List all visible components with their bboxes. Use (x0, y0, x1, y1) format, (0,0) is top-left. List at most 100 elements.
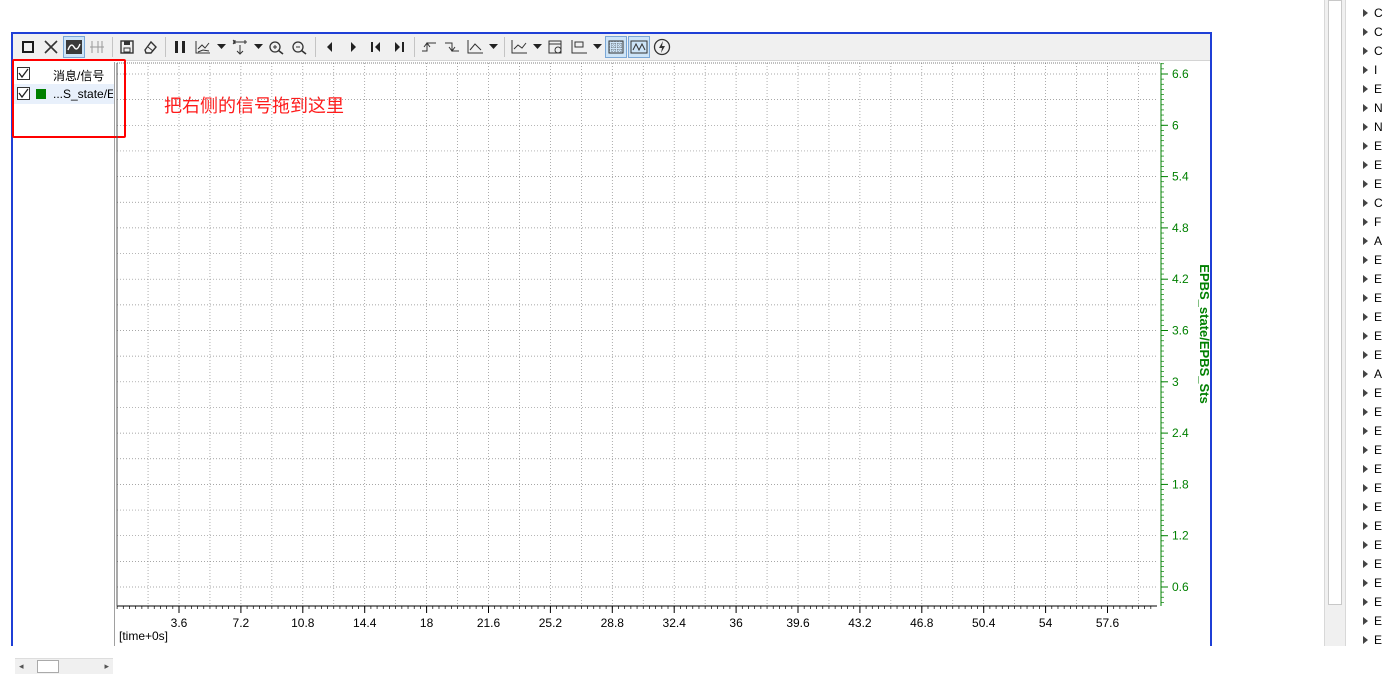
tree-item[interactable]: E (1350, 80, 1387, 99)
expand-arrow-icon[interactable] (1363, 541, 1368, 549)
expand-arrow-icon[interactable] (1363, 161, 1368, 169)
tree-item-label: E (1374, 177, 1383, 191)
tree-item[interactable]: E (1350, 574, 1387, 593)
expand-arrow-icon[interactable] (1363, 294, 1368, 302)
plot-area[interactable]: 3.6 7.2 10.8 14.4 18 21.6 25.2 28.8 32.4 36 39.6 43… (0, 0, 1387, 646)
expand-arrow-icon[interactable] (1363, 598, 1368, 606)
tree-item[interactable]: F (1350, 213, 1387, 232)
tree-item-label: E (1374, 462, 1383, 476)
expand-arrow-icon[interactable] (1363, 465, 1368, 473)
x-tick-label: 7.2 (233, 616, 250, 630)
tree-item[interactable]: E (1350, 441, 1387, 460)
expand-arrow-icon[interactable] (1363, 9, 1368, 17)
tree-item[interactable]: E (1350, 422, 1387, 441)
expand-arrow-icon[interactable] (1363, 579, 1368, 587)
expand-arrow-icon[interactable] (1363, 47, 1368, 55)
x-tick-label: 21.6 (477, 616, 501, 630)
tree-item[interactable]: E (1350, 536, 1387, 555)
expand-arrow-icon[interactable] (1363, 199, 1368, 207)
tree-item[interactable]: E (1350, 460, 1387, 479)
expand-arrow-icon[interactable] (1363, 275, 1368, 283)
expand-arrow-icon[interactable] (1363, 142, 1368, 150)
tree-item[interactable]: E (1350, 631, 1387, 646)
tree-item[interactable]: E (1350, 308, 1387, 327)
tree-item[interactable]: E (1350, 175, 1387, 194)
horizontal-scrollbar[interactable]: ◂ ▸ (15, 658, 113, 674)
tree-item[interactable]: E (1350, 517, 1387, 536)
tree-item[interactable]: E (1350, 251, 1387, 270)
y-tick-label: 4.8 (1172, 221, 1189, 235)
tree-item[interactable]: E (1350, 156, 1387, 175)
expand-arrow-icon[interactable] (1363, 256, 1368, 264)
expand-arrow-icon[interactable] (1363, 617, 1368, 625)
y-tick-label: 1.8 (1172, 477, 1189, 491)
tree-item-label: A (1374, 234, 1383, 248)
x-tick-label: 3.6 (171, 616, 188, 630)
expand-arrow-icon[interactable] (1363, 237, 1368, 245)
tree-item[interactable]: E (1350, 555, 1387, 574)
expand-arrow-icon[interactable] (1363, 28, 1368, 36)
tree-item[interactable]: E (1350, 593, 1387, 612)
expand-arrow-icon[interactable] (1363, 180, 1368, 188)
tree-item[interactable]: E (1350, 612, 1387, 631)
tree-item-label: E (1374, 329, 1383, 343)
tree-item[interactable]: E (1350, 289, 1387, 308)
y-tick-label: 2.4 (1172, 426, 1189, 440)
tree-item[interactable]: C (1350, 4, 1387, 23)
tree-item[interactable]: N (1350, 99, 1387, 118)
scroll-left-arrow-icon[interactable]: ◂ (19, 661, 24, 672)
tree-item-label: E (1374, 443, 1383, 457)
expand-arrow-icon[interactable] (1363, 313, 1368, 321)
x-tick-label: 57.6 (1096, 616, 1120, 630)
tree-item[interactable]: C (1350, 42, 1387, 61)
y-axis-ticks: 6.6 6 5.4 4.8 4.2 3.6 3 2.4 1.8 1.2 0.6 (1161, 63, 1189, 603)
tree-item[interactable]: E (1350, 346, 1387, 365)
expand-arrow-icon[interactable] (1363, 446, 1368, 454)
y-tick-label: 3.6 (1172, 324, 1189, 338)
tree-item[interactable]: I (1350, 61, 1387, 80)
tree-item-label: E (1374, 82, 1383, 96)
expand-arrow-icon[interactable] (1363, 123, 1368, 131)
tree-item-label: E (1374, 557, 1383, 571)
expand-arrow-icon[interactable] (1363, 560, 1368, 568)
x-tick-label: 14.4 (353, 616, 377, 630)
tree-item[interactable]: E (1350, 384, 1387, 403)
tree-item-label: E (1374, 481, 1383, 495)
expand-arrow-icon[interactable] (1363, 427, 1368, 435)
scroll-right-arrow-icon[interactable]: ▸ (104, 661, 109, 672)
tree-item-label: I (1374, 63, 1378, 77)
expand-arrow-icon[interactable] (1363, 389, 1368, 397)
tree-item-label: E (1374, 614, 1383, 628)
tree-item[interactable]: N (1350, 118, 1387, 137)
tree-item[interactable]: A (1350, 365, 1387, 384)
expand-arrow-icon[interactable] (1363, 218, 1368, 226)
expand-arrow-icon[interactable] (1363, 370, 1368, 378)
expand-arrow-icon[interactable] (1363, 66, 1368, 74)
signal-tree-panel: CCCIENNEEECFAEEEEEEAEEEEEEEEEEEEEE (1350, 0, 1387, 646)
tree-item[interactable]: E (1350, 498, 1387, 517)
expand-arrow-icon[interactable] (1363, 85, 1368, 93)
tree-item[interactable]: E (1350, 327, 1387, 346)
tree-item[interactable]: E (1350, 137, 1387, 156)
expand-arrow-icon[interactable] (1363, 484, 1368, 492)
vertical-scrollbar[interactable] (1324, 0, 1346, 646)
tree-item[interactable]: E (1350, 479, 1387, 498)
expand-arrow-icon[interactable] (1363, 522, 1368, 530)
scrollbar-thumb[interactable] (37, 660, 59, 673)
tree-item[interactable]: C (1350, 23, 1387, 42)
expand-arrow-icon[interactable] (1363, 636, 1368, 644)
tree-item-label: E (1374, 405, 1383, 419)
tree-item[interactable]: E (1350, 270, 1387, 289)
tree-item-label: E (1374, 633, 1383, 646)
expand-arrow-icon[interactable] (1363, 332, 1368, 340)
expand-arrow-icon[interactable] (1363, 351, 1368, 359)
tree-item[interactable]: C (1350, 194, 1387, 213)
expand-arrow-icon[interactable] (1363, 104, 1368, 112)
expand-arrow-icon[interactable] (1363, 408, 1368, 416)
tree-item[interactable]: A (1350, 232, 1387, 251)
expand-arrow-icon[interactable] (1363, 503, 1368, 511)
tree-item[interactable]: E (1350, 403, 1387, 422)
x-tick-label: 25.2 (539, 616, 563, 630)
scrollbar-thumb[interactable] (1328, 0, 1342, 605)
y-tick-label: 6 (1172, 118, 1179, 132)
